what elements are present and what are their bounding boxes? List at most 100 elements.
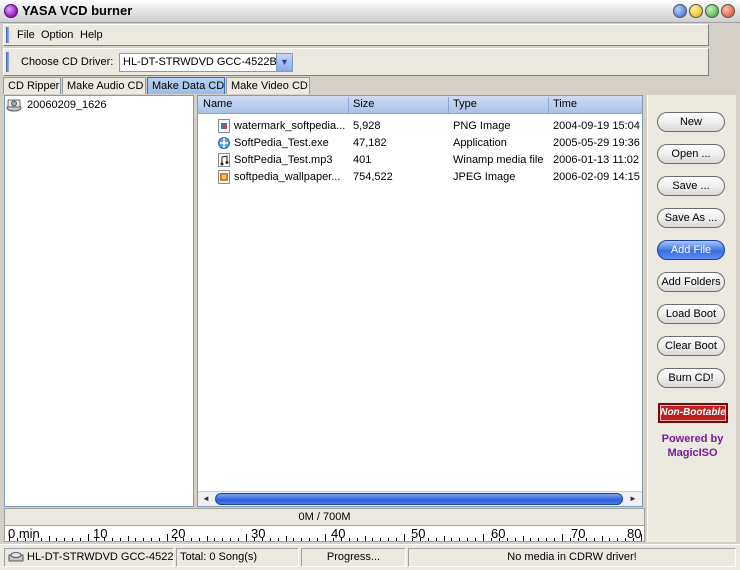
table-row[interactable]: watermark_softpedia... 5,928 PNG Image 2… <box>198 118 642 135</box>
ruler-tick <box>340 538 342 541</box>
driver-toolbar: Choose CD Driver: HL-DT-STRWDVD GCC-4522… <box>3 48 709 76</box>
add-file-button[interactable]: Add File <box>657 240 725 260</box>
tab-cd-ripper[interactable]: CD Ripper <box>3 77 61 94</box>
audio-file-icon <box>218 153 230 167</box>
scroll-left-icon[interactable]: ◄ <box>199 493 213 505</box>
file-size: 47,182 <box>353 137 387 149</box>
add-folders-button[interactable]: Add Folders <box>657 272 725 292</box>
driver-select[interactable]: HL-DT-STRWDVD GCC-4522B ▼ <box>119 53 293 72</box>
file-time: 2006-01-13 11:02 <box>553 154 640 166</box>
ruler-tick <box>88 534 89 541</box>
file-size: 754,522 <box>353 171 393 183</box>
ruler-tick <box>151 538 153 541</box>
scroll-right-icon[interactable]: ► <box>626 493 640 505</box>
ruler-tick <box>64 538 66 541</box>
ruler-tick <box>577 538 579 541</box>
ruler-tick <box>451 538 453 541</box>
ruler-tick <box>16 538 18 541</box>
new-button[interactable]: New <box>657 112 725 132</box>
file-list[interactable]: Name Size Type Time watermark_softpedia.… <box>197 95 643 507</box>
ruler-tick <box>530 538 532 541</box>
magiciso-text: MagicISO <box>667 447 718 459</box>
ruler-tick <box>40 538 42 541</box>
ruler-tick <box>103 538 105 541</box>
menu-option[interactable]: Option <box>41 29 73 41</box>
file-type: JPEG Image <box>453 171 516 183</box>
ruler-tick <box>388 538 390 541</box>
ruler-tick <box>174 538 176 541</box>
tab-make-audio-cd[interactable]: Make Audio CD <box>62 77 146 94</box>
save-button[interactable]: Save ... <box>657 176 725 196</box>
ruler-tick <box>411 538 413 541</box>
column-header-time[interactable]: Time <box>553 98 577 110</box>
help-window-icon[interactable] <box>673 4 687 18</box>
status-message: No media in CDRW driver! <box>408 548 736 567</box>
load-boot-button[interactable]: Load Boot <box>657 304 725 324</box>
action-panel: New Open ... Save ... Save As ... Add Fi… <box>647 95 736 542</box>
ruler-label: 80 <box>627 526 642 541</box>
open-button[interactable]: Open ... <box>657 144 725 164</box>
ruler-tick <box>167 534 168 541</box>
table-row[interactable]: softpedia_wallpaper... 754,522 JPEG Imag… <box>198 169 642 186</box>
tab-make-data-cd[interactable]: Make Data CD <box>147 77 225 94</box>
column-header-name[interactable]: Name <box>203 98 232 110</box>
tab-make-video-cd[interactable]: Make Video CD <box>226 77 310 94</box>
ruler-tick <box>427 538 429 541</box>
ruler-tick <box>467 538 469 541</box>
ruler-tick <box>246 534 247 541</box>
title-bar[interactable]: YASA VCD burner <box>0 0 740 23</box>
table-row[interactable]: SoftPedia_Test.mp3 401 Winamp media file… <box>198 152 642 169</box>
ruler-tick <box>214 538 216 541</box>
capacity-bar: 0M / 700M <box>4 508 645 526</box>
maximize-icon[interactable] <box>705 4 719 18</box>
ruler-label: 50 <box>411 526 426 541</box>
ruler-tick <box>404 534 405 541</box>
powered-by-label: Powered by MagicISO <box>648 432 737 460</box>
cd-disc-icon <box>6 98 24 112</box>
ruler-tick <box>317 538 319 541</box>
toolbar-grip <box>6 52 9 72</box>
column-divider[interactable] <box>548 97 549 113</box>
non-bootable-button[interactable]: Non-Bootable <box>658 403 728 423</box>
driver-label: Choose CD Driver: <box>21 56 114 68</box>
file-size: 5,928 <box>353 120 381 132</box>
burn-cd-button[interactable]: Burn CD! <box>657 368 725 388</box>
ruler-tick <box>562 534 563 541</box>
ruler-tick <box>593 538 595 541</box>
ruler-tick <box>285 536 287 541</box>
scrollbar-thumb[interactable] <box>215 493 623 505</box>
menu-file[interactable]: File <box>17 29 35 41</box>
ruler-tick <box>633 538 635 541</box>
ruler-tick <box>435 538 437 541</box>
file-time: 2005-05-29 19:36 <box>553 137 640 149</box>
menu-help[interactable]: Help <box>80 29 103 41</box>
ruler-tick <box>459 538 461 541</box>
file-name: SoftPedia_Test.exe <box>234 137 329 149</box>
tree-root-item[interactable]: 20060209_1626 <box>27 99 107 111</box>
folder-tree[interactable]: 20060209_1626 <box>4 95 194 507</box>
minimize-icon[interactable] <box>689 4 703 18</box>
column-header-size[interactable]: Size <box>353 98 374 110</box>
column-header-type[interactable]: Type <box>453 98 477 110</box>
status-total: Total: 0 Song(s) <box>176 548 299 567</box>
column-divider[interactable] <box>348 97 349 113</box>
table-row[interactable]: SoftPedia_Test.exe 47,182 Application 20… <box>198 135 642 152</box>
ruler-tick <box>483 534 484 541</box>
time-ruler: 0 min 10 20 30 40 50 60 70 80 <box>4 526 645 542</box>
status-progress: Progress... <box>301 548 406 567</box>
clear-boot-button[interactable]: Clear Boot <box>657 336 725 356</box>
horizontal-scrollbar[interactable]: ◄ ► <box>198 491 642 506</box>
status-drive: HL-DT-STRWDVD GCC-4522B <box>4 548 174 567</box>
ruler-tick <box>32 538 34 541</box>
close-icon[interactable] <box>721 4 735 18</box>
column-divider[interactable] <box>448 97 449 113</box>
status-drive-text: HL-DT-STRWDVD GCC-4522B <box>27 551 174 563</box>
ruler-tick <box>514 538 516 541</box>
chevron-down-icon[interactable]: ▼ <box>276 54 292 71</box>
jpeg-file-icon <box>218 170 230 184</box>
save-as-button[interactable]: Save As ... <box>657 208 725 228</box>
menu-bar: File Option Help <box>3 24 709 46</box>
ruler-tick <box>48 536 50 541</box>
ruler-tick <box>443 536 445 541</box>
file-name: watermark_softpedia... <box>234 120 346 132</box>
